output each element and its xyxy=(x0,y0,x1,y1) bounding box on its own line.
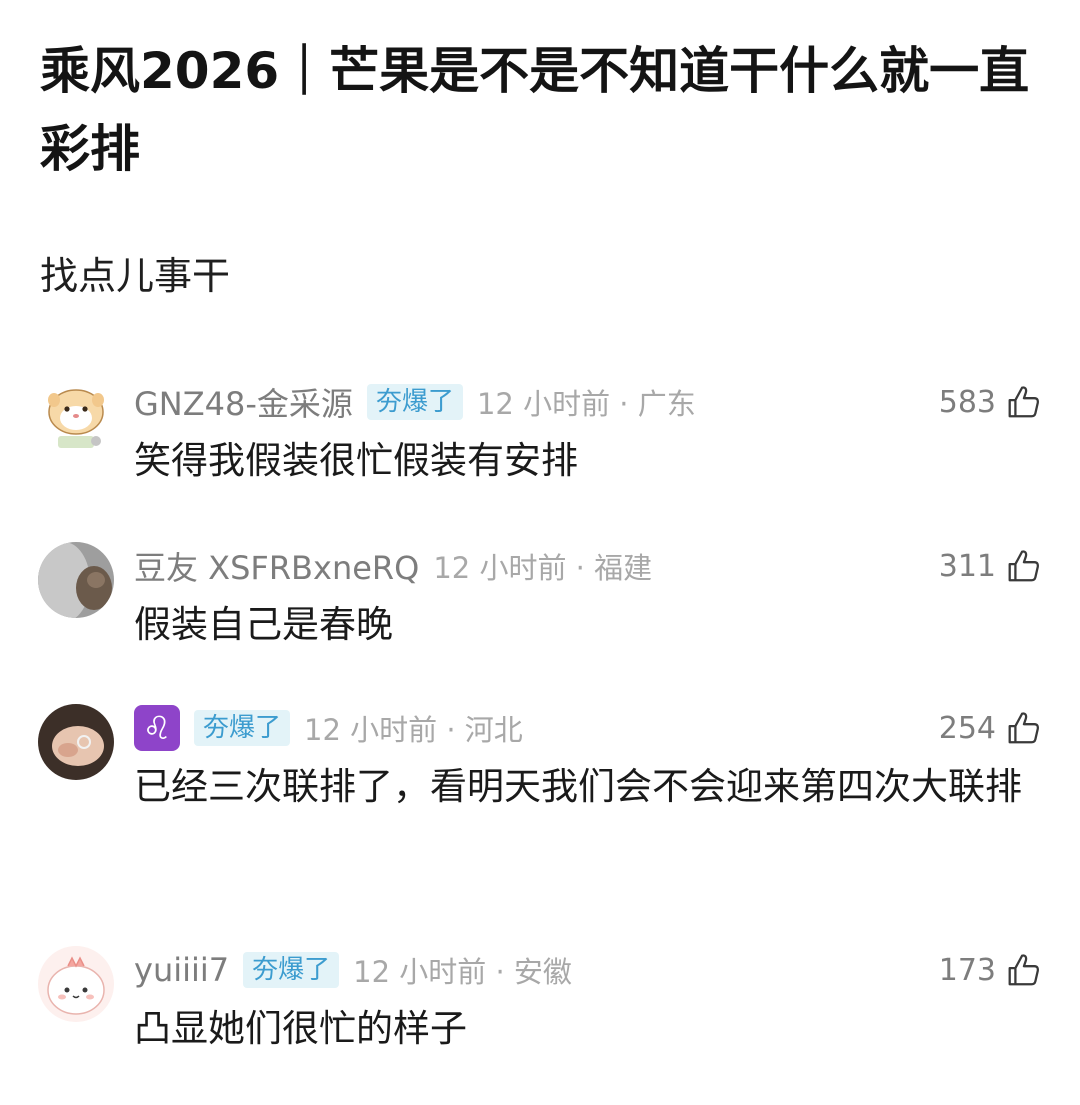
comment-meta: ♌ 夯爆了 12 小时前 · 河北 xyxy=(134,705,523,751)
like-count: 254 xyxy=(938,710,996,746)
hot-badge: 夯爆了 xyxy=(194,710,291,746)
username[interactable]: yuiiii7 xyxy=(134,951,229,989)
thumbs-up-icon xyxy=(1008,712,1039,744)
time-location: 12 小时前 · 福建 xyxy=(433,551,653,585)
like-count: 583 xyxy=(938,384,996,420)
post-body: 找点儿事干 xyxy=(40,254,231,298)
avatar[interactable] xyxy=(38,704,114,780)
comment-text: 凸显她们很忙的样子 xyxy=(134,1007,467,1050)
comment-meta: yuiiii7 夯爆了 12 小时前 · 安徽 xyxy=(134,950,572,990)
like-button[interactable]: 173 xyxy=(939,950,1042,990)
like-count: 173 xyxy=(938,952,996,988)
comment-meta: GNZ48-金采源 夯爆了 12 小时前 · 广东 xyxy=(134,379,696,425)
photo-avatar-icon xyxy=(38,542,114,618)
photo-avatar-icon xyxy=(38,704,114,780)
avatar[interactable] xyxy=(38,946,114,1022)
cartoon-avatar-icon xyxy=(38,946,114,1022)
time-location: 12 小时前 · 安徽 xyxy=(353,955,572,989)
post-title: 乘风2026｜芒果是不是不知道干什么就一直彩排 xyxy=(40,42,1030,178)
time-location: 12 小时前 · 河北 xyxy=(304,713,523,747)
hot-badge: 夯爆了 xyxy=(366,384,463,420)
leo-zodiac-icon: ♌ xyxy=(134,705,180,751)
like-button[interactable]: 311 xyxy=(939,546,1042,586)
avatar[interactable] xyxy=(38,542,114,618)
comment-text: 假装自己是春晚 xyxy=(134,603,393,646)
comment-text: 已经三次联排了，看明天我们会不会迎来第四次大联排 xyxy=(134,765,1022,808)
username[interactable]: GNZ48-金采源 xyxy=(134,379,353,425)
time-location: 12 小时前 · 广东 xyxy=(476,387,696,421)
username[interactable]: 豆友 XSFRBxneRQ xyxy=(134,543,419,589)
like-count: 311 xyxy=(938,548,996,584)
like-button[interactable]: 254 xyxy=(939,708,1042,748)
comment-text: 笑得我假装很忙假装有安排 xyxy=(134,439,578,482)
avatar[interactable] xyxy=(38,378,114,454)
thumbs-up-icon xyxy=(1008,386,1039,418)
thumbs-up-icon xyxy=(1008,550,1039,582)
thumbs-up-icon xyxy=(1008,954,1039,986)
hamster-avatar-icon xyxy=(38,378,114,454)
comment-meta: 豆友 XSFRBxneRQ 12 小时前 · 福建 xyxy=(134,543,653,589)
like-button[interactable]: 583 xyxy=(939,382,1042,422)
hot-badge: 夯爆了 xyxy=(243,952,340,988)
